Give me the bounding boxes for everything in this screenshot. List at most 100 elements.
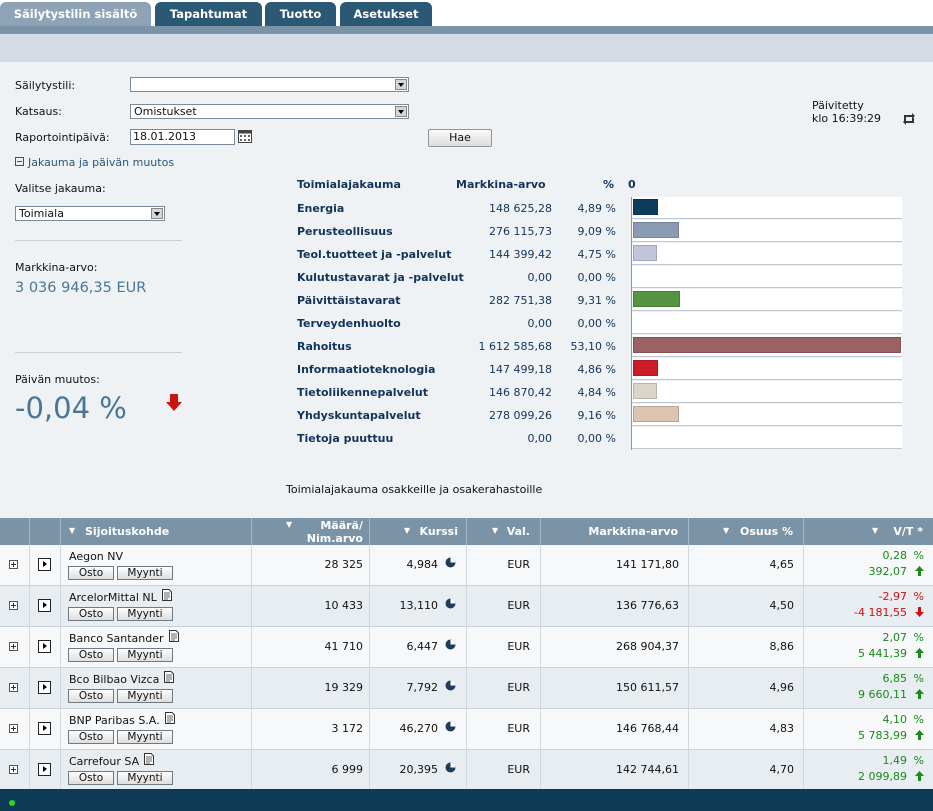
view-select[interactable]: Omistukset [130,104,409,119]
quantity-cell: 6 999 [252,750,370,790]
search-button[interactable]: Hae [428,129,492,147]
header-name[interactable]: ▼ Sijoituskohde [61,518,252,545]
share-value: 4,96 [769,681,795,694]
buy-button[interactable]: Osto [68,689,114,703]
table-header: ▼ Sijoituskohde ▼ Määrä/ Nim.arvo ▼ Kurs… [0,518,933,545]
distribution-bar-track [632,358,902,380]
expand-icon[interactable] [9,683,18,692]
security-name[interactable]: ArcelorMittal NL [69,591,157,604]
distribution-header-pct: % [603,178,615,191]
document-icon[interactable] [165,712,175,727]
vt-percent: 0,28 [882,549,908,562]
sell-button[interactable]: Myynti [117,771,173,785]
buy-button[interactable]: Osto [68,771,114,785]
vt-cell: 0,28% 392,07 [804,545,933,585]
header-currency[interactable]: ▼ Val. [467,518,541,545]
buy-button[interactable]: Osto [68,648,114,662]
pie-chart-icon[interactable] [445,557,456,571]
share-cell: 4,70 [689,750,804,790]
share-cell: 8,86 [689,627,804,667]
tab-settings[interactable]: Asetukset [340,2,432,26]
play-icon[interactable] [38,763,51,776]
quantity-value: 28 325 [324,558,364,571]
view-value: Omistukset [134,105,197,118]
sell-button[interactable]: Myynti [117,607,173,621]
date-input[interactable]: 18.01.2013 [130,129,235,145]
sell-button[interactable]: Myynti [117,566,173,580]
header-quantity-label-1: Määrä/ [320,519,363,532]
price-value: 7,792 [406,681,439,694]
distribution-select[interactable]: Toimiala [15,206,165,221]
vt-cell: 2,07% 5 441,39 [804,627,933,667]
header-name-label: Sijoituskohde [85,525,170,538]
action-cell [30,668,61,708]
pie-chart-icon[interactable] [445,639,456,653]
header-quantity[interactable]: ▼ Määrä/ Nim.arvo [252,518,370,545]
security-name[interactable]: BNP Paribas S.A. [69,714,160,727]
document-icon[interactable] [162,589,172,604]
expand-icon[interactable] [9,642,18,651]
action-cell [30,627,61,667]
header-vt[interactable]: ▼ V/T * [804,518,933,545]
expand-icon[interactable] [9,601,18,610]
chevron-down-icon[interactable] [395,79,407,90]
pie-chart-icon[interactable] [445,762,456,776]
account-select[interactable] [130,77,409,92]
tab-returns[interactable]: Tuotto [265,2,336,26]
price-cell: 6,447 [370,627,467,667]
document-icon[interactable] [169,630,179,645]
play-icon[interactable] [38,640,51,653]
buy-button[interactable]: Osto [68,566,114,580]
collapse-icon[interactable] [15,157,24,166]
name-cell: Aegon NV Osto Myynti [61,545,252,585]
chevron-down-icon[interactable] [151,208,163,219]
pie-chart-icon[interactable] [445,680,456,694]
tab-transactions[interactable]: Tapahtumat [155,2,262,26]
security-name[interactable]: Carrefour SA [69,755,139,768]
distribution-row-name: Perusteollisuus [297,225,393,238]
header-share[interactable]: ▼ Osuus % [689,518,804,545]
document-icon[interactable] [164,671,174,686]
play-icon[interactable] [38,558,51,571]
sell-button[interactable]: Myynti [117,730,173,744]
quantity-value: 41 710 [324,640,364,653]
vt-percent-sign: % [913,590,924,603]
distribution-toggle-link[interactable]: Jakauma ja päivän muutos [28,156,174,169]
refresh-icon[interactable] [901,112,917,126]
security-name[interactable]: Banco Santander [69,632,164,645]
chevron-down-icon[interactable] [395,106,407,117]
header-quantity-label-2: Nim.arvo [306,532,363,545]
calendar-icon[interactable] [238,130,252,143]
price-value: 4,984 [406,558,439,571]
header-market-value[interactable]: Markkina-arvo [541,518,689,545]
vt-amount: 5 783,99 [858,729,907,742]
tab-account-contents[interactable]: Säilytystilin sisältö [0,2,151,26]
distribution-row-name: Teol.tuotteet ja -palvelut [297,248,452,261]
expand-icon[interactable] [9,560,18,569]
distribution-bar-track [632,404,902,426]
distribution-bar [633,406,679,422]
expand-cell [0,586,30,626]
security-name[interactable]: Aegon NV [69,550,123,563]
vt-cell: 4,10% 5 783,99 [804,709,933,749]
pie-chart-icon[interactable] [445,721,456,735]
sell-button[interactable]: Myynti [117,689,173,703]
pie-chart-icon[interactable] [445,598,456,612]
play-icon[interactable] [38,681,51,694]
play-icon[interactable] [38,599,51,612]
distribution-row-pct: 4,75 % [577,248,616,261]
expand-cell [0,627,30,667]
distribution-bar [633,199,658,215]
security-name[interactable]: Bco Bilbao Vizca [69,673,159,686]
document-icon[interactable] [144,753,154,768]
currency-value: EUR [507,640,530,653]
expand-icon[interactable] [9,724,18,733]
expand-icon[interactable] [9,765,18,774]
header-price[interactable]: ▼ Kurssi [370,518,467,545]
vt-percent: 1,49 [882,754,908,767]
play-icon[interactable] [38,722,51,735]
distribution-row-value: 0,00 [527,271,553,284]
buy-button[interactable]: Osto [68,730,114,744]
sell-button[interactable]: Myynti [117,648,173,662]
buy-button[interactable]: Osto [68,607,114,621]
